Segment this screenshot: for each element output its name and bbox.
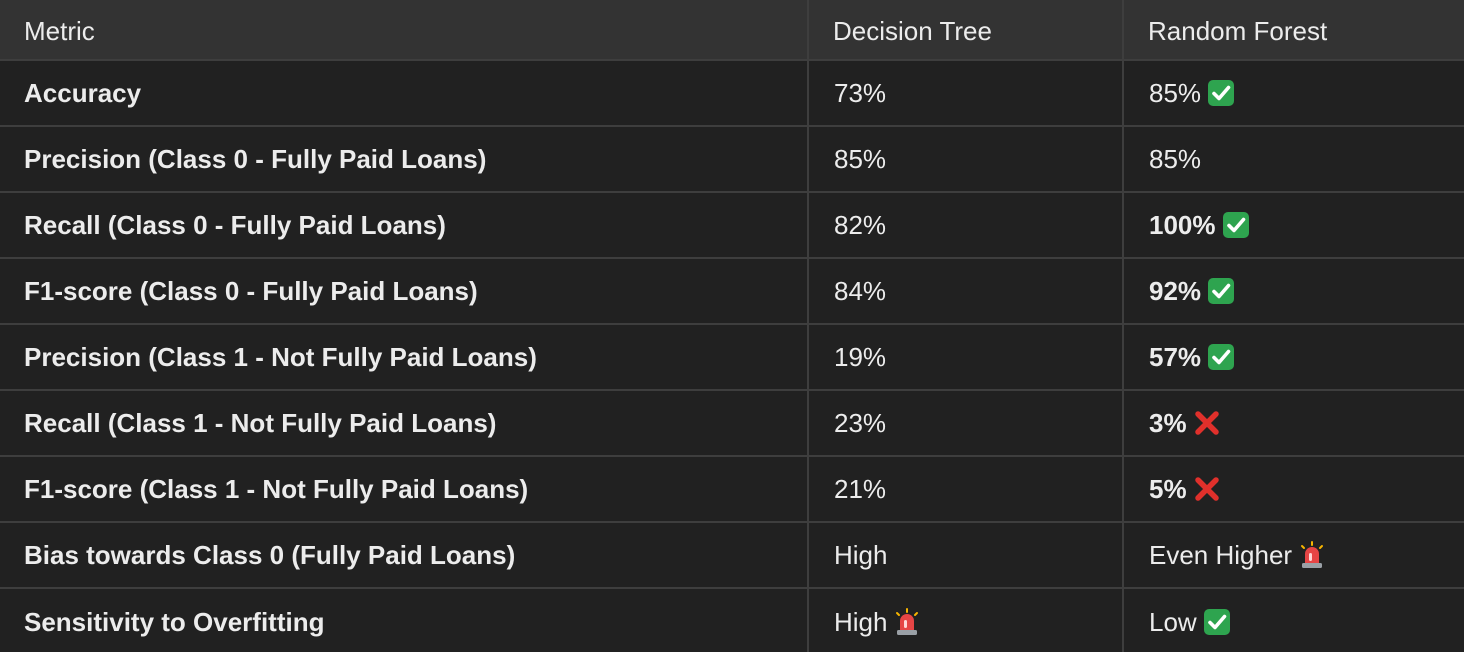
metric-cell: Precision (Class 0 - Fully Paid Loans) bbox=[0, 126, 809, 193]
check-icon bbox=[1207, 79, 1235, 107]
metric-cell: Bias towards Class 0 (Fully Paid Loans) bbox=[0, 522, 809, 589]
table-row: Sensitivity to Overfitting High Low bbox=[0, 588, 1464, 652]
metric-cell: F1-score (Class 0 - Fully Paid Loans) bbox=[0, 258, 809, 325]
check-icon bbox=[1203, 608, 1231, 636]
random-forest-cell-value: Low bbox=[1149, 606, 1197, 637]
decision-tree-cell: 19% bbox=[808, 324, 1124, 391]
metric-cell: Accuracy bbox=[0, 60, 809, 127]
check-icon bbox=[1222, 211, 1250, 239]
cross-icon bbox=[1193, 475, 1221, 503]
random-forest-cell: 57% bbox=[1123, 324, 1464, 391]
random-forest-cell: 85% bbox=[1123, 60, 1464, 127]
random-forest-cell: 3% bbox=[1123, 390, 1464, 457]
decision-tree-cell: High bbox=[808, 588, 1124, 652]
random-forest-cell: Low bbox=[1123, 588, 1464, 652]
decision-tree-cell-value: 21% bbox=[834, 474, 887, 504]
table-row: Recall (Class 0 - Fully Paid Loans) 82% 10… bbox=[0, 192, 1464, 259]
cross-icon bbox=[1193, 409, 1221, 437]
metric-cell: Recall (Class 0 - Fully Paid Loans) bbox=[0, 192, 809, 259]
table-row: F1-score (Class 0 - Fully Paid Loans) 84%… bbox=[0, 258, 1464, 325]
random-forest-cell-value: 100% bbox=[1149, 210, 1216, 240]
random-forest-cell-value: 92% bbox=[1149, 276, 1202, 306]
random-forest-cell-value: 85% bbox=[1149, 144, 1202, 174]
decision-tree-cell: High bbox=[808, 522, 1124, 589]
decision-tree-cell-value: 82% bbox=[834, 210, 887, 240]
decision-tree-cell-value: 19% bbox=[834, 342, 887, 372]
decision-tree-cell: 21% bbox=[808, 456, 1124, 523]
decision-tree-cell: 23% bbox=[808, 390, 1124, 457]
decision-tree-cell-value: High bbox=[834, 540, 888, 570]
random-forest-cell-value: 5% bbox=[1149, 474, 1187, 504]
random-forest-cell-value: Even Higher bbox=[1149, 540, 1293, 570]
metric-cell: Precision (Class 1 - Not Fully Paid Loan… bbox=[0, 324, 809, 391]
metric-cell: Recall (Class 1 - Not Fully Paid Loans) bbox=[0, 390, 809, 457]
siren-icon bbox=[893, 607, 921, 636]
metric-cell: Sensitivity to Overfitting bbox=[0, 588, 809, 652]
metric-cell: F1-score (Class 1 - Not Fully Paid Loans… bbox=[0, 456, 809, 523]
check-icon bbox=[1207, 277, 1235, 305]
random-forest-cell: 85% bbox=[1123, 126, 1464, 193]
check-icon bbox=[1207, 343, 1235, 371]
decision-tree-cell: 84% bbox=[808, 258, 1124, 325]
table-row: Accuracy 73% 85% bbox=[0, 60, 1464, 127]
decision-tree-cell: 85% bbox=[808, 126, 1124, 193]
random-forest-cell: 100% bbox=[1123, 192, 1464, 259]
table-row: Recall (Class 1 - Not Fully Paid Loans) 2… bbox=[0, 390, 1464, 457]
header-decision-tree: Decision Tree bbox=[808, 0, 1124, 61]
decision-tree-cell-value: 85% bbox=[834, 144, 887, 174]
table-row: F1-score (Class 1 - Not Fully Paid Loans… bbox=[0, 456, 1464, 523]
comparison-table: Metric Decision Tree Random Forest Accur… bbox=[0, 0, 1464, 652]
decision-tree-cell-value: High bbox=[834, 606, 888, 637]
table-row: Precision (Class 1 - Not Fully Paid Loan… bbox=[0, 324, 1464, 391]
random-forest-cell-value: 3% bbox=[1149, 408, 1187, 438]
header-metric: Metric bbox=[0, 0, 809, 61]
siren-icon bbox=[1298, 541, 1326, 569]
random-forest-cell-value: 85% bbox=[1149, 78, 1202, 108]
decision-tree-cell: 82% bbox=[808, 192, 1124, 259]
decision-tree-cell-value: 23% bbox=[834, 408, 887, 438]
header-random-forest: Random Forest bbox=[1123, 0, 1464, 61]
random-forest-cell: 92% bbox=[1123, 258, 1464, 325]
table-row: Precision (Class 0 - Fully Paid Loans) 85… bbox=[0, 126, 1464, 193]
random-forest-cell: 5% bbox=[1123, 456, 1464, 523]
decision-tree-cell-value: 84% bbox=[834, 276, 887, 306]
random-forest-cell: Even Higher bbox=[1123, 522, 1464, 589]
table-row: Bias towards Class 0 (Fully Paid Loans) H… bbox=[0, 522, 1464, 589]
decision-tree-cell-value: 73% bbox=[834, 78, 887, 108]
table-header-row: Metric Decision Tree Random Forest bbox=[0, 0, 1464, 61]
random-forest-cell-value: 57% bbox=[1149, 342, 1202, 372]
decision-tree-cell: 73% bbox=[808, 60, 1124, 127]
